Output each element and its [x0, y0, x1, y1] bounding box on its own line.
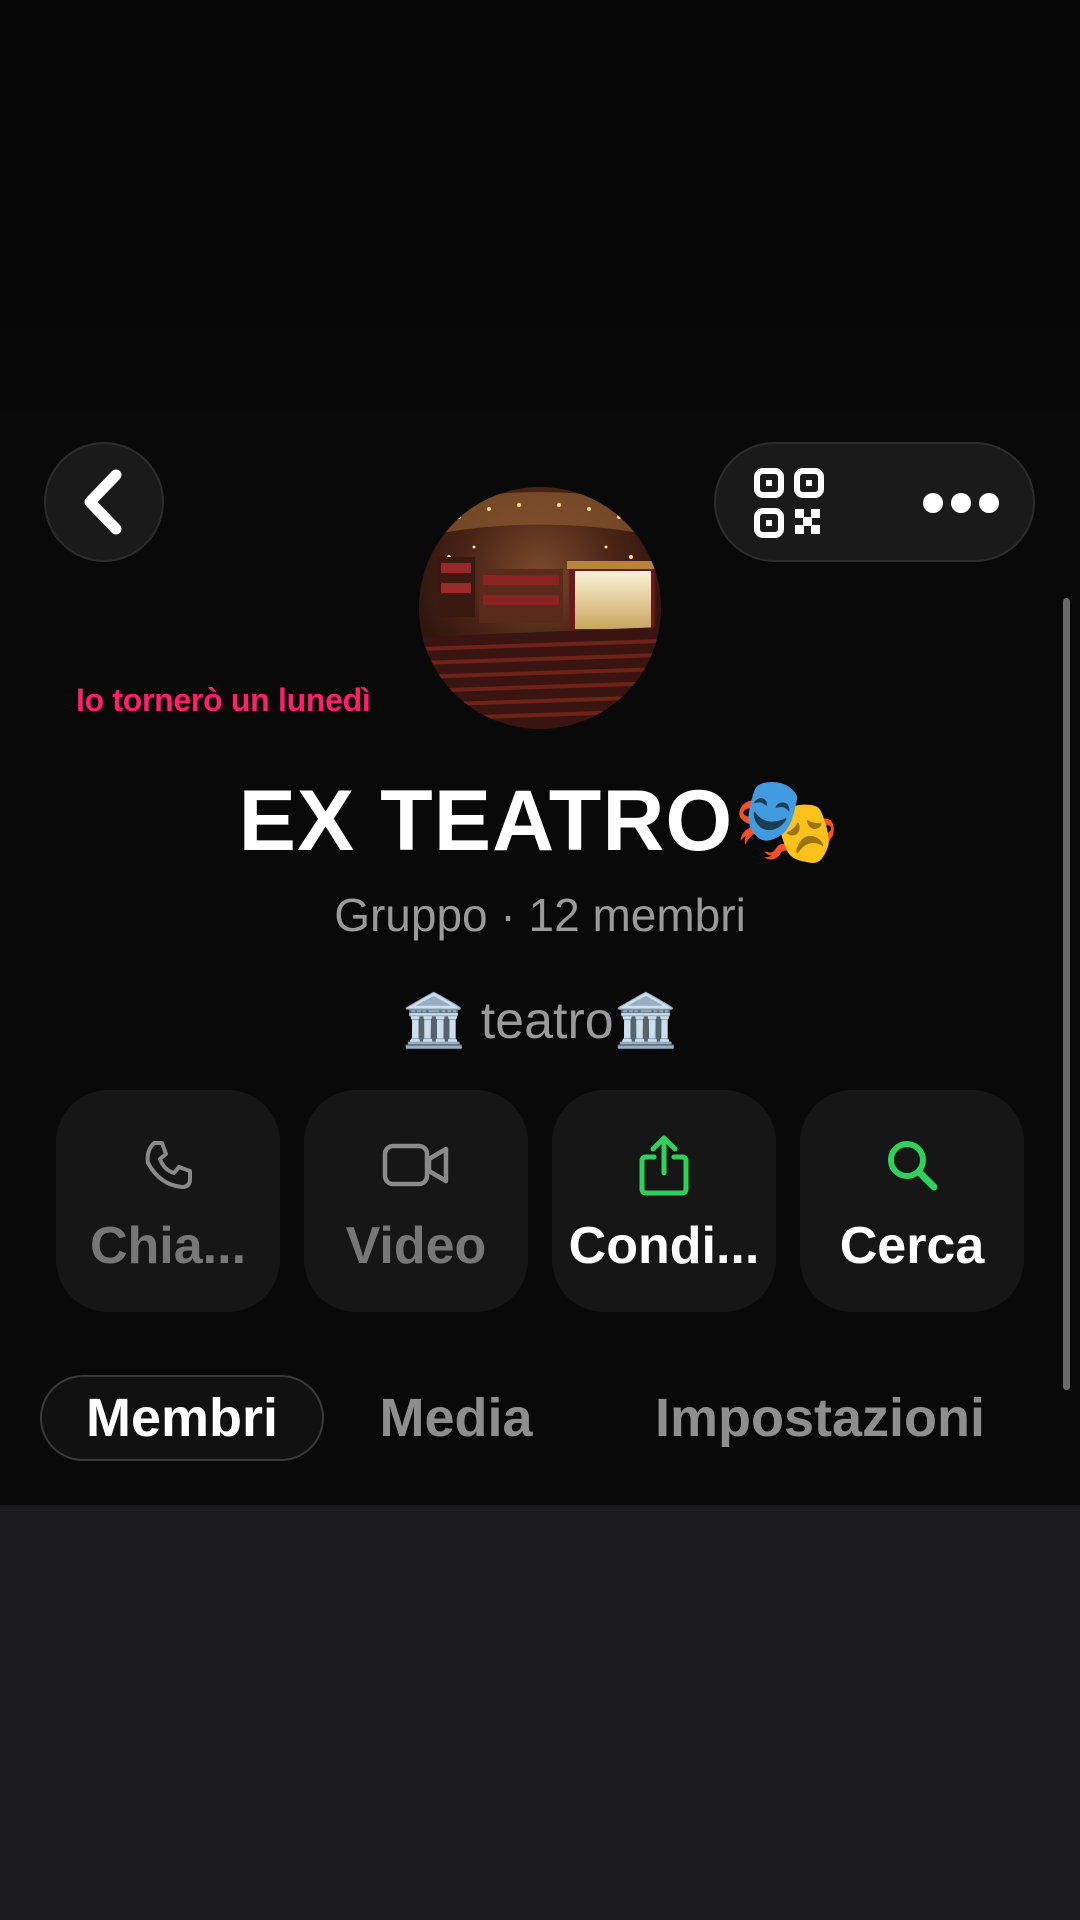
ellipsis-icon [923, 493, 999, 513]
chevron-left-icon [84, 469, 122, 535]
scrollbar[interactable] [1063, 598, 1070, 1390]
group-subtitle: Gruppo · 12 membri [334, 889, 746, 941]
tab-settings[interactable]: Impostazioni [620, 1375, 1020, 1461]
video-camera-icon [382, 1143, 449, 1187]
header-actions-pill [714, 442, 1035, 562]
status-note: Io tornerò un lunedì [76, 682, 371, 718]
theater-photo [419, 487, 661, 729]
action-buttons: Chia... Video Condi... Cerca [56, 1090, 1026, 1312]
phone-icon [145, 1141, 192, 1189]
group-avatar[interactable] [419, 487, 661, 729]
section-tabs: Membri Media Impostazioni [40, 1375, 1040, 1465]
tab-media[interactable]: Media [358, 1375, 554, 1461]
video-button[interactable]: Video [304, 1090, 528, 1312]
group-title: EX TEATRO🎭 [238, 773, 842, 869]
qr-code-icon [754, 468, 824, 538]
back-button[interactable] [44, 442, 164, 562]
more-button[interactable] [916, 466, 1006, 540]
qr-code-button[interactable] [752, 466, 826, 540]
screen: Io tornerò un lunedì EX TEATRO🎭 Gruppo ·… [0, 0, 1080, 1920]
call-button[interactable]: Chia... [56, 1090, 280, 1312]
search-label: Cerca [839, 1217, 985, 1275]
search-icon [888, 1141, 938, 1191]
share-label: Condi... [568, 1217, 760, 1275]
share-button[interactable]: Condi... [552, 1090, 776, 1312]
tab-members[interactable]: Membri [40, 1375, 324, 1461]
share-icon [639, 1135, 689, 1196]
video-label: Video [345, 1217, 487, 1275]
group-info-sheet: Io tornerò un lunedì EX TEATRO🎭 Gruppo ·… [0, 0, 1080, 1505]
call-label: Chia... [89, 1217, 247, 1275]
search-button[interactable]: Cerca [800, 1090, 1024, 1312]
top-blank-area [0, 0, 1080, 410]
group-description: 🏛️ teatro🏛️ [401, 992, 679, 1050]
